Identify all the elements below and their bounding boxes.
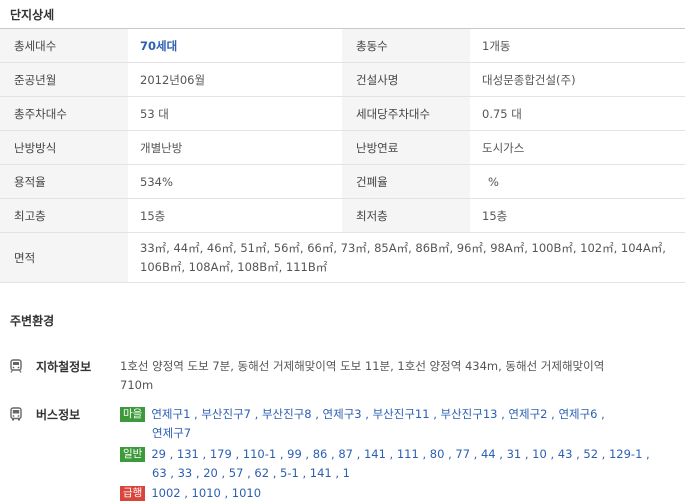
table-row: 용적율 534% 건폐율 % xyxy=(0,165,685,199)
express-bus-badge: 급행 xyxy=(120,486,146,501)
general-bus-list: 일반 29 , 131 , 179 , 110-1 , 99 , 86 , 87 … xyxy=(120,445,675,483)
row-label: 건폐율 xyxy=(342,165,470,198)
row-value: 대성문종합건설(주) xyxy=(482,72,576,87)
row-value: % xyxy=(488,174,499,189)
row-value: 1개동 xyxy=(482,38,511,53)
table-row: 총주차대수 53 대 세대당주차대수 0.75 대 xyxy=(0,97,685,131)
row-label: 최저층 xyxy=(342,199,470,232)
subway-line-2: 710m xyxy=(120,378,154,392)
subway-info-label: 지하철정보 xyxy=(36,360,92,374)
row-value: 15층 xyxy=(140,208,166,223)
subway-line-1: 1호선 양정역 도보 7분, 동해선 거제해맞이역 도보 11분, 1호선 양정… xyxy=(120,359,605,373)
row-value: 53 대 xyxy=(140,106,169,121)
general-bus-line-1[interactable]: 29 , 131 , 179 , 110-1 , 99 , 86 , 87 , … xyxy=(151,447,649,461)
section-title-nearby: 주변환경 xyxy=(10,314,55,328)
row-value: 0.75 대 xyxy=(482,106,522,121)
table-row-area: 면적 33㎡, 44㎡, 46㎡, 51㎡, 56㎡, 66㎡, 73㎡, 85… xyxy=(0,233,685,283)
area-label: 면적 xyxy=(0,233,128,282)
row-label: 세대당주차대수 xyxy=(342,97,470,130)
section-title-detail: 단지상세 xyxy=(10,8,55,22)
row-value: 534% xyxy=(140,174,173,189)
general-bus-badge: 일반 xyxy=(120,447,146,462)
village-bus-badge: 마을 xyxy=(120,407,146,422)
general-bus-line-2[interactable]: 63 , 33 , 20 , 57 , 62 , 5-1 , 141 , 1 xyxy=(120,464,675,483)
row-label: 총주차대수 xyxy=(0,97,128,130)
village-bus-line-2[interactable]: 연제구7 xyxy=(120,424,675,443)
area-line-2: 106B㎡, 108A㎡, 108B㎡, 111B㎡ xyxy=(140,259,328,274)
table-row: 총세대수 70세대 총동수 1개동 xyxy=(0,29,685,63)
table-row: 준공년월 2012년06월 건설사명 대성문종합건설(주) xyxy=(0,63,685,97)
area-values: 33㎡, 44㎡, 46㎡, 51㎡, 56㎡, 66㎡, 73㎡, 85A㎡,… xyxy=(128,233,685,282)
subway-icon xyxy=(10,359,22,373)
row-value: 2012년06월 xyxy=(140,72,206,87)
row-value: 15층 xyxy=(482,208,508,223)
row-label: 난방방식 xyxy=(0,131,128,164)
row-value: 도시가스 xyxy=(482,140,525,155)
row-label: 난방연료 xyxy=(342,131,470,164)
bus-icon xyxy=(10,407,22,421)
row-label: 총동수 xyxy=(342,29,470,62)
express-bus-list: 급행 1002 , 1010 , 1010 xyxy=(120,484,675,503)
row-label: 용적율 xyxy=(0,165,128,198)
village-bus-list: 마을 연제구1 , 부산진구7 , 부산진구8 , 연제구3 , 부산진구11 ,… xyxy=(120,405,675,443)
row-label: 최고층 xyxy=(0,199,128,232)
row-label: 총세대수 xyxy=(0,29,128,62)
express-bus-line-1[interactable]: 1002 , 1010 , 1010 xyxy=(151,486,261,500)
row-label: 건설사명 xyxy=(342,63,470,96)
table-row: 최고층 15층 최저층 15층 xyxy=(0,199,685,233)
bus-info-label: 버스정보 xyxy=(36,408,81,422)
row-value: 70세대 xyxy=(140,38,178,53)
row-value: 개별난방 xyxy=(140,140,183,155)
row-label: 준공년월 xyxy=(0,63,128,96)
detail-table: 총세대수 70세대 총동수 1개동 준공년월 2012년06월 건설사명 대성문… xyxy=(0,28,685,283)
village-bus-line-1[interactable]: 연제구1 , 부산진구7 , 부산진구8 , 연제구3 , 부산진구11 , 부… xyxy=(151,407,604,421)
table-row: 난방방식 개별난방 난방연료 도시가스 xyxy=(0,131,685,165)
subway-info-text: 1호선 양정역 도보 7분, 동해선 거제해맞이역 도보 11분, 1호선 양정… xyxy=(120,357,665,395)
area-line-1: 33㎡, 44㎡, 46㎡, 51㎡, 56㎡, 66㎡, 73㎡, 85A㎡,… xyxy=(140,240,666,255)
